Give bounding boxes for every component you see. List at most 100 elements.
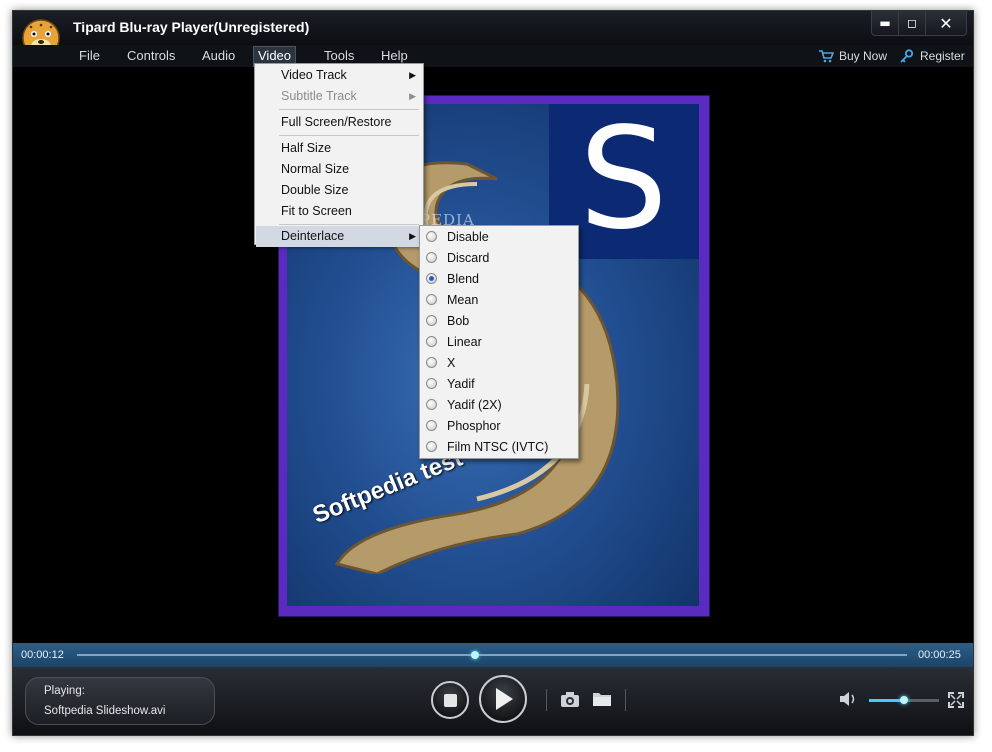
seek-handle[interactable] — [471, 651, 480, 659]
menu-file[interactable]: File — [75, 46, 104, 66]
menu-item-label: Double Size — [281, 183, 349, 197]
option-label: Phosphor — [447, 419, 501, 433]
menu-item-fit-to-screen[interactable]: Fit to Screen — [256, 201, 422, 222]
option-label: Blend — [447, 272, 479, 286]
menu-item-label: Full Screen/Restore — [281, 115, 392, 129]
playing-label: Playing: — [44, 685, 85, 697]
submenu-arrow-icon: ▶ — [409, 70, 416, 80]
radio-icon — [426, 336, 437, 347]
deinterlace-option-blend[interactable]: Blend — [421, 269, 577, 290]
menu-item-full-screen[interactable]: Full Screen/Restore — [256, 112, 422, 133]
expand-icon[interactable] — [947, 691, 965, 709]
menu-item-half-size[interactable]: Half Size — [256, 138, 422, 159]
deinterlace-option-disable[interactable]: Disable — [421, 227, 577, 248]
option-label: Discard — [447, 251, 490, 265]
play-button[interactable] — [479, 675, 527, 723]
option-label: X — [447, 356, 456, 370]
option-label: Bob — [447, 314, 470, 328]
radio-icon — [426, 357, 437, 368]
menu-bar: File Controls Audio Video Tools Help Buy… — [13, 45, 973, 68]
close-button[interactable]: ✕ — [925, 11, 966, 35]
deinterlace-option-film-ntsc[interactable]: Film NTSC (IVTC) — [421, 437, 577, 458]
menu-item-label: Fit to Screen — [281, 204, 352, 218]
radio-selected-icon — [426, 273, 437, 284]
current-time: 00:00:12 — [21, 649, 64, 661]
volume-handle[interactable] — [900, 696, 908, 704]
folder-icon[interactable] — [591, 689, 613, 709]
maximize-button[interactable]: ◻ — [898, 11, 925, 35]
deinterlace-option-linear[interactable]: Linear — [421, 332, 577, 353]
menu-item-subtitle-track[interactable]: Subtitle Track ▶ — [256, 86, 422, 107]
menu-controls[interactable]: Controls — [123, 46, 179, 66]
window-title: Tipard Blu-ray Player(Unregistered) — [73, 19, 310, 35]
menu-item-deinterlace[interactable]: Deinterlace ▶ — [256, 226, 422, 247]
menu-item-label: Half Size — [281, 141, 332, 155]
menu-item-label: Subtitle Track — [281, 89, 357, 103]
option-label: Linear — [447, 335, 482, 349]
radio-icon — [426, 420, 437, 431]
deinterlace-option-discard[interactable]: Discard — [421, 248, 577, 269]
now-playing-panel: Playing: Softpedia Slideshow.avi — [25, 677, 215, 725]
key-icon — [900, 49, 914, 63]
deinterlace-option-x[interactable]: X — [421, 353, 577, 374]
divider — [625, 689, 626, 711]
menu-item-video-track[interactable]: Video Track ▶ — [256, 65, 422, 86]
window-controls: ▬ ◻ ✕ — [871, 11, 967, 36]
deinterlace-option-yadif[interactable]: Yadif — [421, 374, 577, 395]
speaker-icon[interactable] — [837, 689, 859, 709]
camera-icon[interactable] — [559, 689, 581, 709]
buy-now-label: Buy Now — [839, 49, 888, 63]
radio-icon — [426, 294, 437, 305]
playing-file-name: Softpedia Slideshow.avi — [44, 705, 166, 717]
title-bar[interactable]: Tipard Blu-ray Player(Unregistered) ▬ ◻ … — [13, 11, 973, 57]
radio-icon — [426, 252, 437, 263]
deinterlace-option-mean[interactable]: Mean — [421, 290, 577, 311]
close-icon: ✕ — [939, 13, 953, 33]
menu-item-label: Deinterlace — [281, 229, 345, 243]
option-label: Film NTSC (IVTC) — [447, 440, 549, 454]
register-label: Register — [920, 49, 965, 63]
app-window: Tipard Blu-ray Player(Unregistered) ▬ ◻ … — [12, 10, 974, 736]
register-link[interactable]: Register — [899, 47, 965, 65]
menu-separator — [279, 224, 419, 225]
submenu-arrow-icon: ▶ — [409, 91, 416, 101]
volume-fill — [869, 699, 904, 702]
submenu-arrow-icon: ▶ — [409, 231, 416, 241]
play-icon — [496, 688, 513, 710]
cart-icon — [819, 50, 834, 63]
stop-icon — [443, 693, 457, 707]
radio-icon — [426, 378, 437, 389]
option-label: Disable — [447, 230, 489, 244]
menu-item-label: Normal Size — [281, 162, 350, 176]
deinterlace-option-bob[interactable]: Bob — [421, 311, 577, 332]
menu-item-normal-size[interactable]: Normal Size — [256, 159, 422, 180]
control-bar: Playing: Softpedia Slideshow.avi — [13, 667, 973, 735]
stop-button[interactable] — [431, 681, 469, 719]
radio-icon — [426, 231, 437, 242]
menu-separator — [279, 109, 419, 110]
menu-item-label: Video Track — [281, 68, 347, 82]
big-letter: S — [579, 104, 668, 261]
maximize-icon: ◻ — [907, 16, 917, 30]
volume-slider[interactable] — [869, 696, 939, 704]
option-label: Yadif (2X) — [447, 398, 502, 412]
radio-icon — [426, 441, 437, 452]
menu-item-double-size[interactable]: Double Size — [256, 180, 422, 201]
radio-icon — [426, 315, 437, 326]
buy-now-link[interactable]: Buy Now — [818, 47, 887, 65]
option-label: Mean — [447, 293, 479, 307]
seek-track[interactable] — [77, 654, 907, 656]
divider — [546, 689, 547, 711]
seek-bar-area: 00:00:12 00:00:25 — [13, 643, 973, 667]
deinterlace-menu: Disable Discard Blend Mean Bob Linear X … — [419, 225, 579, 459]
minimize-icon: ▬ — [879, 16, 891, 30]
video-menu: Video Track ▶ Subtitle Track ▶ Full Scre… — [254, 63, 424, 247]
radio-icon — [426, 399, 437, 410]
deinterlace-option-yadif-2x[interactable]: Yadif (2X) — [421, 395, 577, 416]
menu-separator — [279, 135, 419, 136]
minimize-button[interactable]: ▬ — [872, 11, 898, 35]
option-label: Yadif — [447, 377, 475, 391]
deinterlace-option-phosphor[interactable]: Phosphor — [421, 416, 577, 437]
total-time: 00:00:25 — [918, 649, 961, 661]
menu-audio[interactable]: Audio — [198, 46, 239, 66]
